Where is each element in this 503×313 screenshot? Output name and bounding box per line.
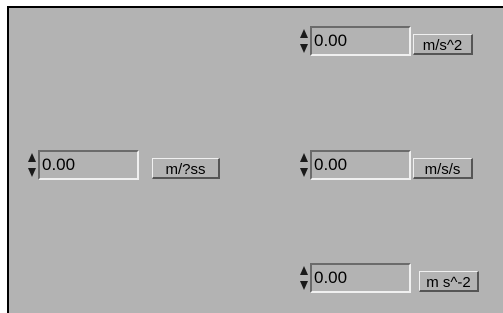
unit-label[interactable]: m/s^2 (413, 34, 473, 55)
numeric-value-field[interactable]: 0.00 (310, 150, 411, 180)
numeric-control-top-right: 0.00 m/s^2 (299, 26, 499, 56)
unit-label[interactable]: m/?ss (152, 158, 220, 179)
decrement-arrow-icon[interactable] (300, 44, 308, 53)
numeric-value-field[interactable]: 0.00 (38, 150, 139, 180)
increment-decrement-spinner[interactable] (299, 27, 309, 55)
unit-label[interactable]: m/s/s (413, 158, 473, 179)
decrement-arrow-icon[interactable] (300, 168, 308, 177)
increment-arrow-icon[interactable] (300, 153, 308, 162)
increment-decrement-spinner[interactable] (27, 151, 37, 179)
increment-arrow-icon[interactable] (28, 153, 36, 162)
numeric-control-mid-right: 0.00 m/s/s (299, 150, 499, 180)
decrement-arrow-icon[interactable] (28, 168, 36, 177)
unit-label[interactable]: m s^-2 (419, 271, 479, 292)
numeric-control-left: 0.00 m/?ss (27, 150, 227, 180)
numeric-control-bottom-right: 0.00 m s^-2 (299, 263, 499, 293)
numeric-value-field[interactable]: 0.00 (310, 26, 411, 56)
decrement-arrow-icon[interactable] (300, 281, 308, 290)
increment-decrement-spinner[interactable] (299, 151, 309, 179)
numeric-value-field[interactable]: 0.00 (310, 263, 411, 293)
front-panel: 0.00 m/s^2 0.00 m/?ss 0.00 m/s/s 0.00 m … (7, 6, 503, 313)
increment-arrow-icon[interactable] (300, 29, 308, 38)
increment-arrow-icon[interactable] (300, 266, 308, 275)
increment-decrement-spinner[interactable] (299, 264, 309, 292)
